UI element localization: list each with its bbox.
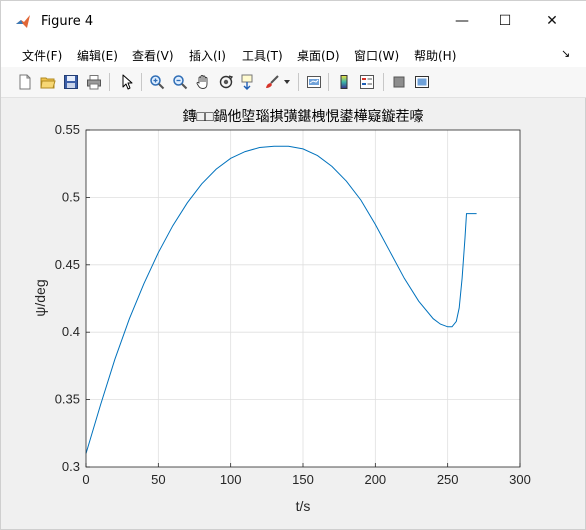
figure-toolbar	[1, 67, 586, 98]
y-tick-label: 0.35	[55, 392, 80, 407]
rotate-3d-icon[interactable]	[216, 72, 236, 92]
figure-window: Figure 4 — ☐ ✕ 文件(F) 编辑(E) 查看(V) 插入(I) 工…	[0, 0, 586, 530]
link-plot-icon[interactable]	[304, 72, 324, 92]
show-plot-tools-icon[interactable]	[412, 72, 432, 92]
legend-icon[interactable]	[357, 72, 377, 92]
matlab-logo-icon	[16, 15, 30, 28]
save-icon[interactable]	[61, 72, 81, 92]
menu-bar: 文件(F) 编辑(E) 查看(V) 插入(I) 工具(T) 桌面(D) 窗口(W…	[1, 43, 586, 67]
figure-canvas: 0 50 100 150 200 250 300 0.3 0.35 0.4 0.45 0.5 0.55 …	[11, 98, 577, 521]
zoom-out-icon[interactable]	[170, 72, 190, 92]
title-bar: Figure 4 — ☐ ✕	[1, 1, 586, 43]
hide-plot-tools-icon[interactable]	[389, 72, 409, 92]
toolbar-separator	[328, 73, 329, 91]
x-axis-label: t/s	[296, 498, 311, 514]
menu-edit[interactable]: 编辑(E)	[77, 47, 118, 64]
y-tick-label: 0.55	[55, 122, 80, 137]
x-tick-label: 150	[292, 472, 314, 487]
y-tick-label: 0.5	[62, 189, 80, 204]
brush-dropdown-icon[interactable]	[282, 72, 292, 92]
chart-title: 鏄□□鍋他埅瑙掑彉鍖栧悓鍙樺寲鏇茬嚎	[183, 108, 424, 124]
toolbar-separator	[109, 73, 110, 91]
x-tick-label: 50	[151, 472, 165, 487]
toolbar-separator	[383, 73, 384, 91]
brush-icon[interactable]	[262, 72, 282, 92]
maximize-button[interactable]: ☐	[482, 7, 528, 35]
open-folder-icon[interactable]	[38, 72, 58, 92]
y-tick-label: 0.3	[62, 459, 80, 474]
menu-view[interactable]: 查看(V)	[132, 47, 174, 64]
minimize-button[interactable]: —	[439, 7, 485, 35]
close-button[interactable]: ✕	[529, 7, 575, 35]
close-icon: ✕	[546, 13, 558, 29]
print-icon[interactable]	[84, 72, 104, 92]
y-tick-label: 0.45	[55, 257, 80, 272]
y-tick-label: 0.4	[62, 324, 80, 339]
x-tick-label: 200	[364, 472, 386, 487]
window-title: Figure 4	[41, 14, 94, 29]
dock-arrow-icon[interactable]: ↘	[561, 47, 570, 60]
data-cursor-icon[interactable]	[239, 72, 259, 92]
x-tick-label: 100	[220, 472, 242, 487]
menu-help[interactable]: 帮助(H)	[414, 47, 456, 64]
zoom-in-icon[interactable]	[147, 72, 167, 92]
minimize-icon: —	[455, 13, 469, 29]
x-tick-label: 250	[437, 472, 459, 487]
menu-insert[interactable]: 插入(I)	[189, 47, 226, 64]
line-chart[interactable]: 0 50 100 150 200 250 3000.30.350.40.450.50.55 …	[11, 98, 577, 521]
new-figure-icon[interactable]	[15, 72, 35, 92]
y-axis-label: ψ/deg	[32, 279, 48, 316]
colorbar-icon[interactable]	[334, 72, 354, 92]
select-arrow-icon[interactable]	[117, 72, 137, 92]
x-tick-label: 0	[82, 472, 89, 487]
x-tick-label: 300	[509, 472, 531, 487]
toolbar-separator	[141, 73, 142, 91]
maximize-icon: ☐	[498, 13, 512, 29]
menu-window[interactable]: 窗口(W)	[354, 47, 399, 64]
menu-tools[interactable]: 工具(T)	[242, 47, 283, 64]
toolbar-separator	[298, 73, 299, 91]
menu-file[interactable]: 文件(F)	[22, 47, 62, 64]
menu-desktop[interactable]: 桌面(D)	[297, 47, 340, 64]
pan-hand-icon[interactable]	[193, 72, 213, 92]
